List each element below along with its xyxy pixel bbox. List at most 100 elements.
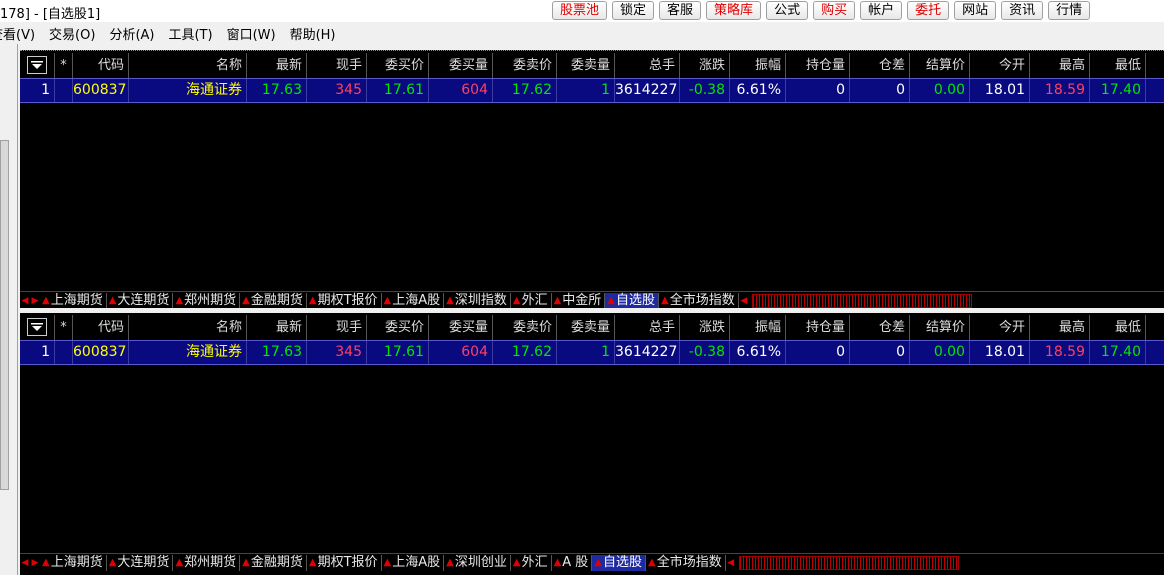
column-header-0[interactable] bbox=[20, 53, 55, 78]
top-tab-9[interactable]: ▲ 自选股 bbox=[605, 292, 660, 308]
column-header-2[interactable]: 代码 bbox=[73, 315, 129, 340]
menu-item-5[interactable]: 帮助(H) bbox=[290, 24, 336, 43]
scroll-left-icon[interactable]: ◀ bbox=[726, 556, 736, 570]
top-tab-6[interactable]: ▲ 深圳指数 bbox=[444, 292, 511, 308]
scroll-left-icon[interactable]: ◀ bbox=[20, 294, 30, 308]
column-header-5[interactable]: 现手 bbox=[307, 315, 367, 340]
cell-17: 18.59 bbox=[1030, 79, 1090, 102]
column-header-16[interactable]: 今开 bbox=[970, 53, 1030, 78]
top-tab-1[interactable]: ▲ 大连期货 bbox=[107, 292, 174, 308]
column-header-3[interactable]: 名称 bbox=[129, 315, 247, 340]
toolbar-button-7[interactable]: 委托 bbox=[907, 1, 950, 20]
column-header-5[interactable]: 现手 bbox=[307, 53, 367, 78]
toolbar-button-10[interactable]: 行情 bbox=[1048, 1, 1091, 20]
column-header-6[interactable]: 委买价 bbox=[367, 53, 429, 78]
column-header-8[interactable]: 委卖价 bbox=[493, 315, 557, 340]
tab-label: 期权T报价 bbox=[317, 554, 378, 570]
column-header-9[interactable]: 委卖量 bbox=[557, 315, 615, 340]
toolbar-button-6[interactable]: 帐户 bbox=[860, 1, 903, 20]
column-header-14[interactable]: 仓差 bbox=[850, 53, 910, 78]
triangle-up-icon: ▲ bbox=[175, 556, 184, 568]
scroll-left-icon[interactable]: ◀ bbox=[739, 294, 749, 308]
toolbar-button-9[interactable]: 资讯 bbox=[1001, 1, 1044, 20]
left-scrollbar[interactable] bbox=[0, 140, 9, 490]
bottom-tab-10[interactable]: ▲ 全市场指数 bbox=[646, 554, 726, 571]
table-row[interactable]: 1 600837 海通证券 17.63 345 17.61 604 17.62 1 3614227… bbox=[20, 78, 1164, 103]
column-header-16[interactable]: 今开 bbox=[970, 315, 1030, 340]
column-header-13[interactable]: 持仓量 bbox=[786, 315, 850, 340]
column-header-13[interactable]: 持仓量 bbox=[786, 53, 850, 78]
bottom-tab-2[interactable]: ▲ 郑州期货 bbox=[173, 554, 241, 571]
column-header-6[interactable]: 委买价 bbox=[367, 315, 429, 340]
horizontal-scrollbar[interactable] bbox=[738, 555, 959, 570]
menu-item-4[interactable]: 窗口(W) bbox=[227, 24, 276, 43]
left-panel bbox=[0, 44, 18, 575]
top-tab-8[interactable]: ▲ 中金所 bbox=[552, 292, 606, 308]
column-header-1[interactable]: * bbox=[55, 315, 73, 340]
cell-6: 17.61 bbox=[367, 341, 429, 364]
bottom-tab-0[interactable]: ▲ 上海期货 bbox=[40, 554, 107, 571]
column-header-9[interactable]: 委卖量 bbox=[557, 53, 615, 78]
column-header-18[interactable]: 最低 bbox=[1090, 53, 1146, 78]
menu-item-2[interactable]: 分析(A) bbox=[109, 24, 154, 43]
column-header-18[interactable]: 最低 bbox=[1090, 315, 1146, 340]
column-header-8[interactable]: 委卖价 bbox=[493, 53, 557, 78]
menu-item-1[interactable]: 交易(O) bbox=[49, 24, 95, 43]
scroll-right-icon[interactable]: ▶ bbox=[30, 556, 40, 570]
toolbar-button-8[interactable]: 网站 bbox=[954, 1, 997, 20]
toolbar-button-3[interactable]: 策略库 bbox=[706, 1, 762, 20]
top-tab-4[interactable]: ▲ 期权T报价 bbox=[307, 292, 382, 308]
triangle-up-icon: ▲ bbox=[553, 556, 562, 568]
column-header-12[interactable]: 振幅 bbox=[730, 315, 786, 340]
horizontal-scrollbar[interactable] bbox=[751, 293, 972, 308]
bottom-tab-6[interactable]: ▲ 深圳创业 bbox=[444, 554, 511, 571]
column-header-2[interactable]: 代码 bbox=[73, 53, 129, 78]
bottom-tab-4[interactable]: ▲ 期权T报价 bbox=[307, 554, 382, 571]
tab-label: 全市场指数 bbox=[656, 554, 722, 570]
bottom-tab-8[interactable]: ▲ A 股 bbox=[552, 554, 593, 571]
menu-item-3[interactable]: 工具(T) bbox=[168, 24, 212, 43]
bottom-tab-1[interactable]: ▲ 大连期货 bbox=[107, 554, 174, 571]
dropdown-menu-icon[interactable] bbox=[27, 56, 47, 74]
bottom-tab-9[interactable]: ▲ 自选股 bbox=[592, 554, 647, 571]
top-tab-0[interactable]: ▲ 上海期货 bbox=[40, 292, 107, 308]
column-header-7[interactable]: 委买量 bbox=[429, 315, 493, 340]
column-header-12[interactable]: 振幅 bbox=[730, 53, 786, 78]
table-row[interactable]: 1 600837 海通证券 17.63 345 17.61 604 17.62 1 3614227… bbox=[20, 340, 1164, 365]
menu-item-0[interactable]: 查看(V) bbox=[0, 24, 35, 43]
bottom-tab-5[interactable]: ▲ 上海A股 bbox=[382, 554, 445, 571]
top-tab-7[interactable]: ▲ 外汇 bbox=[511, 292, 552, 308]
column-header-11[interactable]: 涨跌 bbox=[680, 53, 730, 78]
column-header-10[interactable]: 总手 bbox=[615, 53, 680, 78]
top-tab-10[interactable]: ▲ 全市场指数 bbox=[659, 292, 739, 308]
toolbar-button-4[interactable]: 公式 bbox=[766, 1, 809, 20]
top-tab-3[interactable]: ▲ 金融期货 bbox=[240, 292, 307, 308]
column-header-15[interactable]: 结算价 bbox=[910, 53, 970, 78]
column-header-0[interactable] bbox=[20, 315, 55, 340]
column-header-3[interactable]: 名称 bbox=[129, 53, 247, 78]
bottom-tab-3[interactable]: ▲ 金融期货 bbox=[240, 554, 307, 571]
column-header-15[interactable]: 结算价 bbox=[910, 315, 970, 340]
column-header-4[interactable]: 最新 bbox=[247, 53, 307, 78]
triangle-up-icon: ▲ bbox=[175, 294, 184, 306]
toolbar-button-0[interactable]: 股票池 bbox=[552, 1, 608, 20]
top-tab-2[interactable]: ▲ 郑州期货 bbox=[173, 292, 241, 308]
column-header-17[interactable]: 最高 bbox=[1030, 315, 1090, 340]
triangle-up-icon: ▲ bbox=[446, 556, 454, 568]
dropdown-menu-icon[interactable] bbox=[27, 318, 47, 336]
cell-9: 1 bbox=[557, 341, 615, 364]
column-header-14[interactable]: 仓差 bbox=[850, 315, 910, 340]
scroll-left-icon[interactable]: ◀ bbox=[20, 556, 30, 570]
toolbar-button-1[interactable]: 锁定 bbox=[612, 1, 655, 20]
column-header-17[interactable]: 最高 bbox=[1030, 53, 1090, 78]
column-header-1[interactable]: * bbox=[55, 53, 73, 78]
top-tab-5[interactable]: ▲ 上海A股 bbox=[382, 292, 445, 308]
toolbar-button-2[interactable]: 客服 bbox=[659, 1, 702, 20]
column-header-10[interactable]: 总手 bbox=[615, 315, 680, 340]
bottom-tab-7[interactable]: ▲ 外汇 bbox=[511, 554, 552, 571]
column-header-7[interactable]: 委买量 bbox=[429, 53, 493, 78]
toolbar-button-5[interactable]: 购买 bbox=[813, 1, 856, 20]
column-header-4[interactable]: 最新 bbox=[247, 315, 307, 340]
column-header-11[interactable]: 涨跌 bbox=[680, 315, 730, 340]
scroll-right-icon[interactable]: ▶ bbox=[30, 294, 40, 308]
